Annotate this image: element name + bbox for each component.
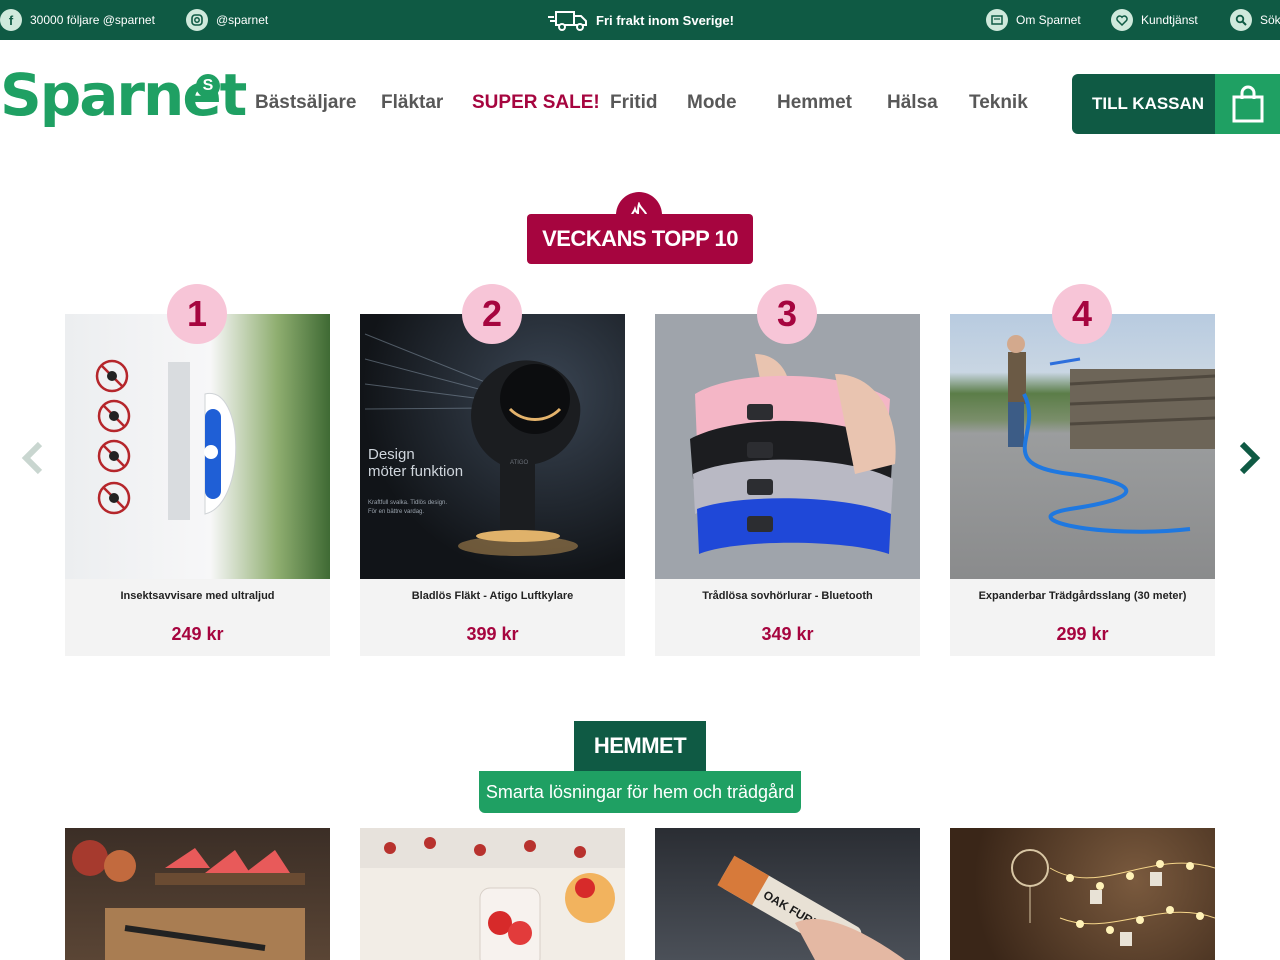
product-image-garden-hose[interactable] (950, 314, 1215, 579)
category-image-strawberry-jars[interactable] (360, 828, 625, 960)
checkout-button[interactable]: TILL KASSAN (1072, 74, 1280, 134)
nav-fans[interactable]: Fläktar (381, 92, 443, 114)
category-image-furniture-repair-marker[interactable]: OAK FURNITURE REPAIR M (655, 828, 920, 960)
nav-fashion[interactable]: Mode (687, 92, 737, 114)
truck-icon (548, 11, 587, 31)
product-name[interactable]: Trådlösa sovhörlurar - Bluetooth (655, 590, 920, 602)
fan-image-tagline-2: För en bättre vardag. (368, 509, 424, 515)
product-name[interactable]: Insektsavvisare med ultraljud (65, 590, 330, 602)
info-icon (986, 9, 1008, 31)
instagram-icon (186, 9, 208, 31)
about-link[interactable]: Om Sparnet (986, 0, 1081, 40)
rank-badge: 4 (1052, 284, 1112, 344)
fan-brand-label: ATIGO (510, 460, 529, 466)
support-link[interactable]: Kundtjänst (1111, 0, 1198, 40)
product-name[interactable]: Expanderbar Trädgårdsslang (30 meter) (950, 590, 1215, 602)
facebook-link[interactable]: f 30000 följare @sparnet (0, 0, 155, 40)
free-shipping-banner: Fri frakt inom Sverige! (548, 0, 734, 40)
about-label: Om Sparnet (1016, 13, 1081, 27)
product-image-bladeless-fan[interactable]: Design möter funktion Kraftfull svalka. … (360, 314, 625, 579)
checkout-label: TILL KASSAN (1092, 94, 1205, 113)
shopping-bag-icon (1215, 74, 1280, 134)
sleep-headphones-illustration (690, 354, 896, 554)
insect-repeller-illustration (95, 359, 237, 520)
product-name[interactable]: Bladlös Fläkt - Atigo Luftkylare (360, 590, 625, 602)
support-label: Kundtjänst (1141, 13, 1198, 27)
heart-icon (1111, 9, 1133, 31)
nav-tech[interactable]: Teknik (969, 92, 1028, 114)
fan-image-tagline-1: Kraftfull svalka. Tidlös design. (368, 500, 447, 506)
product-card[interactable]: Insektsavvisare med ultraljud 249 kr (65, 314, 330, 656)
hemmet-subtitle: Smarta lösningar för hem och trädgård (479, 771, 801, 813)
top10-title: VECKANS TOPP 10 (527, 214, 753, 264)
search-icon (1230, 9, 1252, 31)
carousel-prev-arrow[interactable] (20, 438, 46, 478)
facebook-followers: 30000 följare @sparnet (30, 13, 155, 27)
product-price: 399 kr (466, 624, 519, 644)
category-image-string-lights[interactable] (950, 828, 1215, 960)
logo-badge: S (196, 74, 220, 98)
top-bar: f 30000 följare @sparnet @sparnet Fri fr… (0, 0, 1280, 40)
facebook-icon: f (0, 9, 22, 31)
nav-home[interactable]: Hemmet (777, 92, 852, 114)
carousel-next-arrow[interactable] (1236, 438, 1262, 478)
string-lights-illustration (1011, 849, 1215, 946)
search-link[interactable]: Sök (1230, 0, 1280, 40)
garden-hose-illustration (1007, 335, 1215, 534)
product-price: 349 kr (761, 624, 814, 644)
product-card[interactable]: Trådlösa sovhörlurar - Bluetooth 349 kr (655, 314, 920, 656)
nav-bestsellers[interactable]: Bästsäljare (255, 92, 356, 114)
product-card[interactable]: Expanderbar Trädgårdsslang (30 meter) 29… (950, 314, 1215, 656)
repair-marker-illustration: OAK FURNITURE REPAIR M (717, 855, 907, 960)
product-image-insect-repeller[interactable] (65, 314, 330, 579)
hemmet-title: HEMMET (574, 721, 706, 771)
rank-badge: 2 (462, 284, 522, 344)
bladeless-fan-illustration: Design möter funktion Kraftfull svalka. … (364, 333, 581, 556)
nav-super-sale[interactable]: SUPER SALE! (472, 92, 600, 114)
free-shipping-text: Fri frakt inom Sverige! (596, 12, 734, 28)
strawberry-jar-illustration (360, 828, 625, 960)
fan-image-heading-2: möter funktion (368, 463, 463, 480)
search-label: Sök (1260, 13, 1280, 27)
rank-badge: 3 (757, 284, 817, 344)
nav-health[interactable]: Hälsa (887, 92, 938, 114)
rank-badge: 1 (167, 284, 227, 344)
instagram-link[interactable]: @sparnet (186, 0, 268, 40)
knives-illustration (72, 840, 305, 960)
category-image-kitchen-knives[interactable] (65, 828, 330, 960)
product-image-sleep-headphones[interactable] (655, 314, 920, 579)
product-price: 249 kr (171, 624, 224, 644)
product-card[interactable]: Design möter funktion Kraftfull svalka. … (360, 314, 625, 656)
product-price: 299 kr (1056, 624, 1109, 644)
instagram-handle: @sparnet (216, 13, 269, 27)
fan-image-heading-1: Design (368, 446, 415, 463)
nav-leisure[interactable]: Fritid (610, 92, 658, 114)
